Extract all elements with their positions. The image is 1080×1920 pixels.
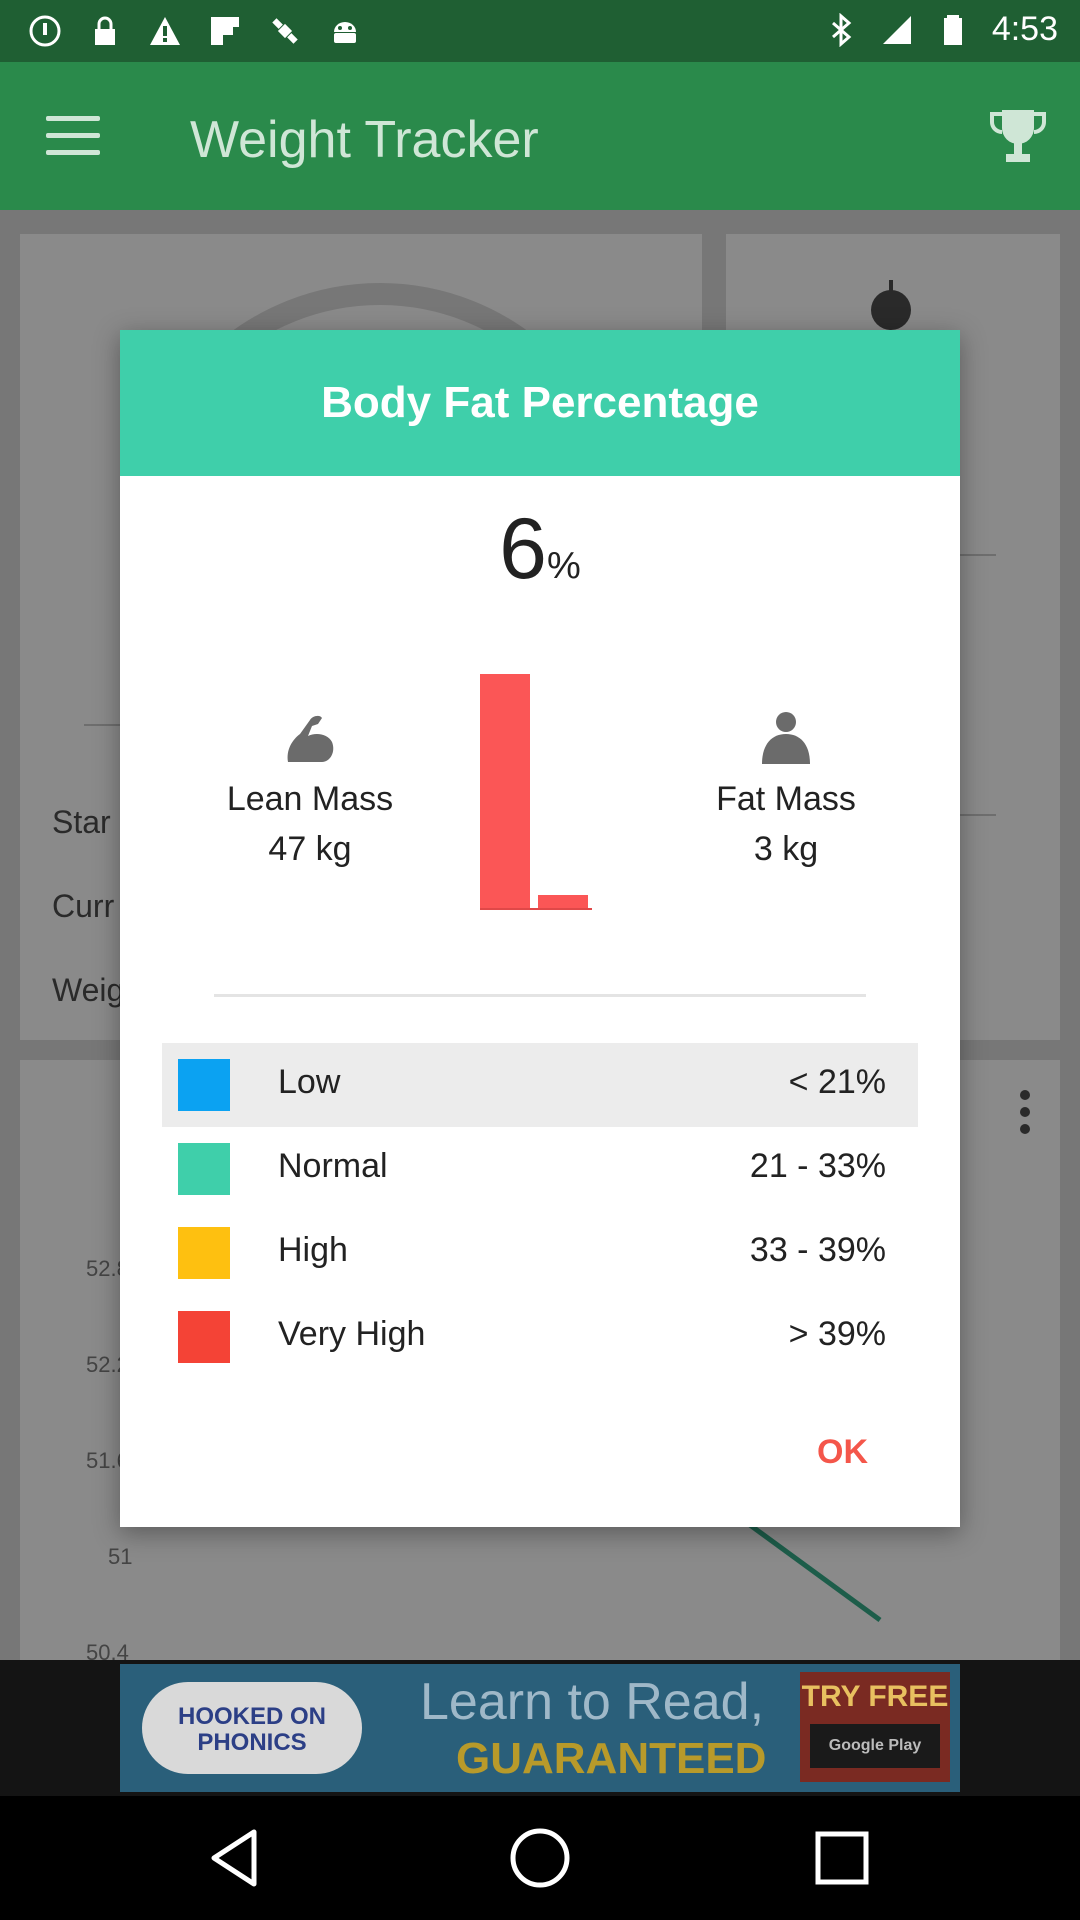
category-legend: Low < 21% Normal 21 - 33% High 33 - 39% …: [162, 1043, 918, 1379]
ad-headline: Learn to Read,: [420, 1673, 765, 1731]
status-bar-left: [28, 14, 362, 48]
app-bar: Weight Tracker: [0, 62, 1080, 210]
battery-icon: [936, 13, 970, 47]
ad-cta-label: TRY FREE: [801, 1680, 949, 1713]
legend-label: Low: [278, 1063, 341, 1101]
app-title: Weight Tracker: [190, 111, 539, 169]
ok-button[interactable]: OK: [817, 1433, 868, 1472]
percent-number: 6: [499, 501, 548, 597]
body-icon: [758, 710, 814, 766]
body-fat-dialog: Body Fat Percentage 6% Lean Mass 47 kg F…: [120, 330, 960, 1527]
ad-content[interactable]: HOOKED ON PHONICS Learn to Read, GUARANT…: [120, 1664, 960, 1792]
legend-label: High: [278, 1231, 348, 1269]
flexed-arm-icon: [282, 710, 338, 766]
legend-row-normal: Normal 21 - 33%: [162, 1127, 918, 1211]
dialog-divider: [214, 994, 866, 997]
start-row-label: Star: [52, 804, 111, 840]
status-bar-right: 4:53: [824, 10, 1058, 49]
trophy-icon[interactable]: [990, 106, 1046, 166]
legend-range: < 21%: [788, 1063, 886, 1101]
legend-row-low: Low < 21%: [162, 1043, 918, 1127]
hamburger-icon[interactable]: [46, 116, 100, 156]
back-triangle-icon[interactable]: [206, 1826, 270, 1890]
fat-mass-value: 3 kg: [753, 830, 819, 868]
chart-baseline: [480, 908, 592, 910]
lock-icon: [88, 14, 122, 48]
signal-icon: [880, 13, 914, 47]
status-time: 4:53: [991, 10, 1058, 48]
legend-row-high: High 33 - 39%: [162, 1211, 918, 1295]
very-high-color-swatch: [178, 1311, 230, 1363]
navigation-bar: [0, 1796, 1080, 1920]
lean-mass-value: 47 kg: [268, 830, 352, 868]
ad-banner[interactable]: HOOKED ON PHONICS Learn to Read, GUARANT…: [0, 1660, 1080, 1796]
legend-row-very-high: Very High > 39%: [162, 1295, 918, 1379]
recent-square-icon[interactable]: [810, 1826, 874, 1890]
fat-mass-block: Fat Mass 3 kg: [656, 710, 916, 874]
high-color-swatch: [178, 1227, 230, 1279]
ad-logo-line2: PHONICS: [197, 1729, 307, 1756]
lean-mass-label: Lean Mass: [226, 780, 394, 818]
body-fat-value: 6%: [120, 500, 960, 599]
normal-color-swatch: [178, 1143, 230, 1195]
ad-cta-button[interactable]: TRY FREE Google Play: [800, 1672, 950, 1782]
ad-subheadline: GUARANTEED: [456, 1734, 767, 1783]
lean-mass-block: Lean Mass 47 kg: [180, 710, 440, 874]
current-row-label: Curr: [52, 888, 115, 924]
fat-mass-label: Fat Mass: [716, 780, 856, 818]
legend-label: Normal: [278, 1147, 388, 1185]
dialog-title: Body Fat Percentage: [120, 330, 960, 476]
warning-icon: [148, 14, 182, 48]
lean-mass-bar: [480, 674, 530, 910]
status-bar: 4:53: [0, 0, 1080, 62]
bluetooth-icon: [824, 12, 858, 47]
apple-icon: [871, 280, 911, 330]
google-play-badge: Google Play: [810, 1724, 940, 1768]
percent-unit: %: [547, 545, 581, 587]
weight-row-label: Weig: [52, 972, 125, 1008]
legend-range: 33 - 39%: [749, 1231, 886, 1269]
alert-circle-icon: [28, 14, 62, 48]
ad-logo-line1: HOOKED ON: [177, 1703, 326, 1730]
low-color-swatch: [178, 1059, 230, 1111]
flipboard-icon: [208, 14, 242, 48]
legend-range: > 39%: [788, 1315, 886, 1353]
ad-logo: HOOKED ON PHONICS: [142, 1682, 362, 1774]
home-circle-icon[interactable]: [508, 1826, 572, 1890]
android-icon: [328, 14, 362, 48]
fake-gps-icon: [268, 14, 302, 48]
legend-label: Very High: [278, 1315, 426, 1353]
legend-range: 21 - 33%: [749, 1147, 886, 1185]
mass-bar-chart: [480, 670, 600, 910]
